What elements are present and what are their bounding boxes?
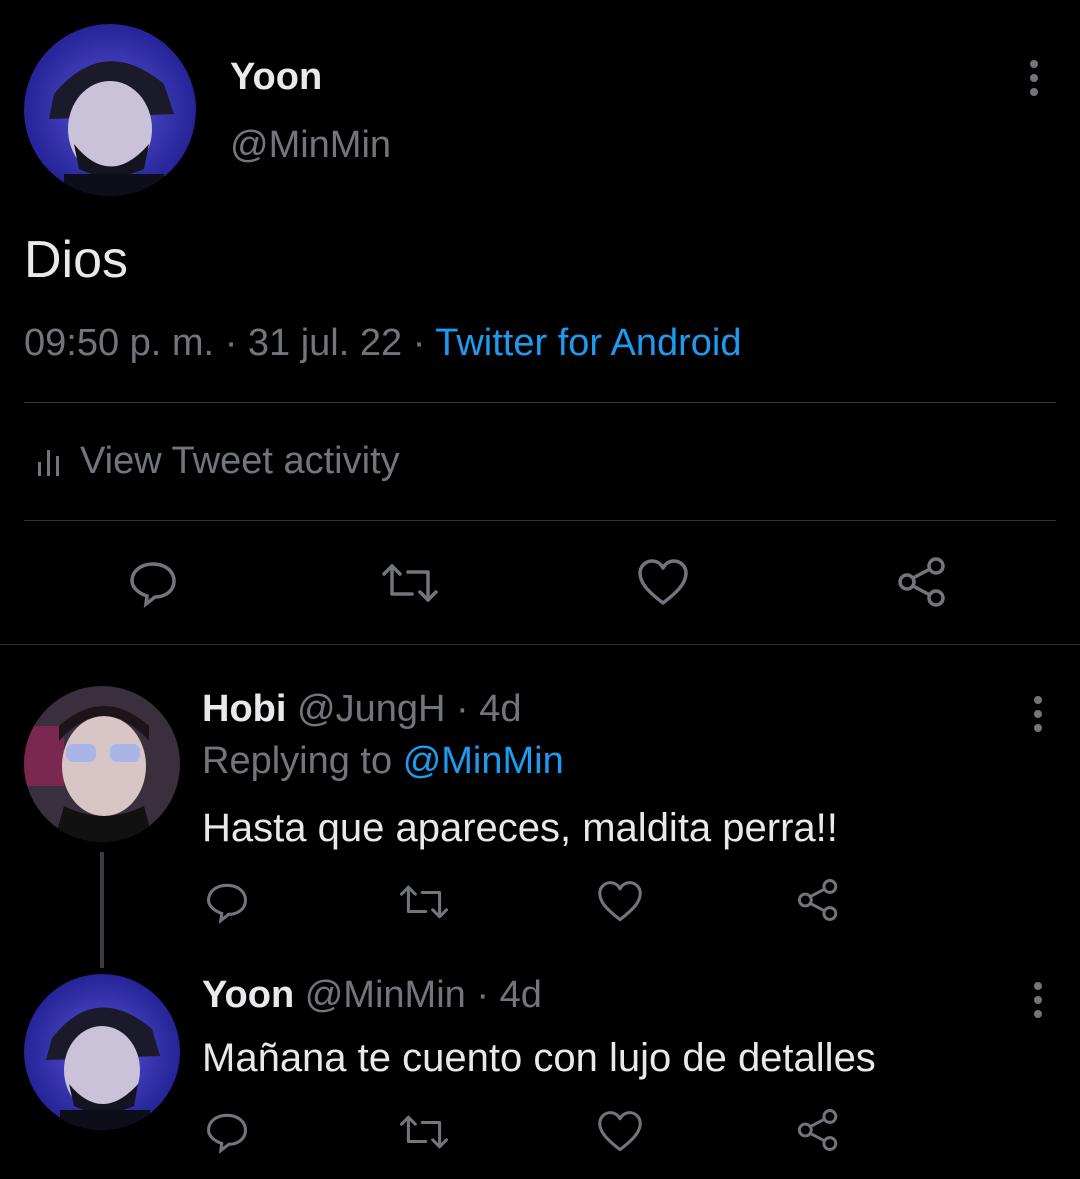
- reply-icon[interactable]: [204, 1110, 250, 1154]
- tweet-time: 09:50 p. m.: [24, 322, 215, 364]
- more-icon[interactable]: [1030, 60, 1038, 102]
- reply-display-name[interactable]: Yoon: [202, 974, 294, 1016]
- retweet-icon[interactable]: [380, 558, 440, 608]
- meta-separator: ·: [224, 322, 238, 364]
- reply-display-name[interactable]: Hobi: [202, 688, 286, 730]
- thread-connector: [100, 852, 104, 968]
- like-icon[interactable]: [596, 880, 644, 924]
- meta-separator: ·: [412, 322, 426, 364]
- retweet-icon[interactable]: [398, 880, 450, 924]
- divider: [24, 520, 1056, 521]
- main-display-name[interactable]: Yoon: [230, 56, 322, 99]
- tweet-source-link[interactable]: Twitter for Android: [435, 322, 741, 364]
- reply-text: Mañana te cuento con lujo de detalles: [202, 1036, 876, 1080]
- share-icon[interactable]: [796, 878, 840, 922]
- tweet-meta: 09:50 p. m. · 31 jul. 22 · Twitter for A…: [24, 322, 741, 365]
- activity-label: View Tweet activity: [80, 440, 400, 482]
- replying-to: Replying to @MinMin: [202, 740, 564, 783]
- reply-text: Hasta que apareces, maldita perra!!: [202, 806, 838, 850]
- tweet-text: Dios: [24, 231, 129, 289]
- retweet-icon[interactable]: [398, 1110, 450, 1154]
- tweet-date[interactable]: 31 jul. 22: [248, 322, 402, 364]
- reply-age: 4d: [479, 688, 522, 730]
- avatar-hobi[interactable]: [24, 686, 180, 842]
- like-icon[interactable]: [636, 558, 690, 608]
- share-icon[interactable]: [796, 1108, 840, 1152]
- bar-chart-icon: [36, 446, 62, 478]
- more-icon[interactable]: [1034, 982, 1042, 1024]
- reply-header: Yoon @MinMin · 4d: [202, 974, 542, 1017]
- avatar-yoon[interactable]: [24, 974, 180, 1130]
- replying-prefix: Replying to: [202, 740, 393, 782]
- main-handle[interactable]: @MinMin: [230, 124, 391, 167]
- reply-age: 4d: [499, 974, 542, 1016]
- divider: [0, 644, 1080, 645]
- like-icon[interactable]: [596, 1110, 644, 1154]
- reply-icon[interactable]: [128, 558, 178, 608]
- meta-separator: ·: [476, 974, 489, 1016]
- view-tweet-activity[interactable]: View Tweet activity: [36, 440, 400, 483]
- more-icon[interactable]: [1034, 696, 1042, 738]
- avatar-yoon[interactable]: [24, 24, 196, 196]
- meta-separator: ·: [455, 688, 469, 730]
- reply-handle[interactable]: @JungH: [297, 688, 445, 730]
- share-icon[interactable]: [896, 556, 948, 608]
- replying-handle-link[interactable]: @MinMin: [403, 740, 564, 782]
- divider: [24, 402, 1056, 403]
- reply-icon[interactable]: [204, 880, 250, 924]
- reply-handle[interactable]: @MinMin: [305, 974, 466, 1016]
- reply-header: Hobi @JungH · 4d: [202, 688, 521, 731]
